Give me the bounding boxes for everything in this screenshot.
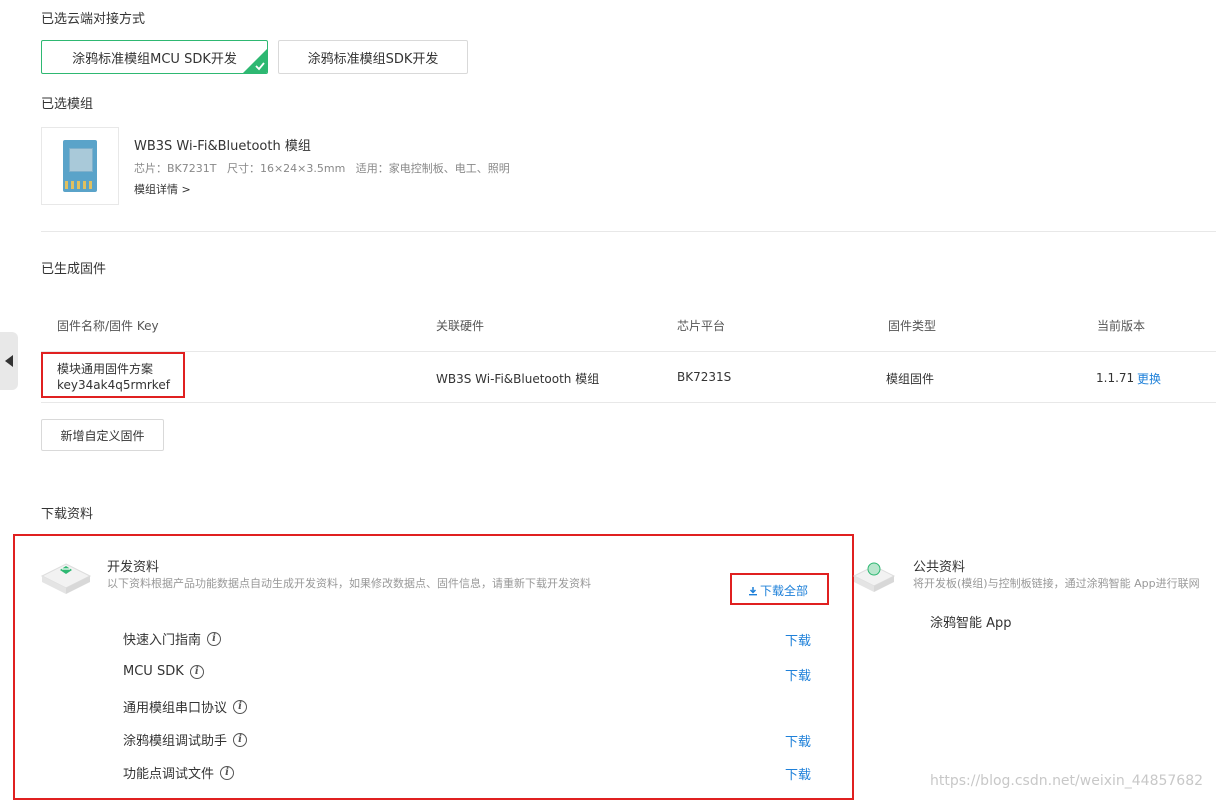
public-item-tuya-app: 涂鸦智能 App: [930, 616, 1012, 631]
dev-docs-desc: 以下资料根据产品功能数据点自动生成开发资料，如果修改数据点、固件信息，请重新下载…: [107, 577, 591, 590]
column-header-name: 固件名称/固件 Key: [57, 319, 159, 333]
download-link[interactable]: 下载: [785, 665, 811, 684]
watermark: https://blog.csdn.net/weixin_44857682: [930, 773, 1204, 789]
module-detail-link[interactable]: 模组详情 >: [134, 181, 191, 197]
doc-item-datapoint-debug: 功能点调试文件 i: [123, 763, 235, 782]
doc-item-label: 涂鸦模组调试助手: [123, 734, 228, 749]
download-link[interactable]: 下载: [785, 630, 811, 649]
doc-item-label: 功能点调试文件: [123, 767, 215, 782]
divider: [41, 231, 1216, 232]
firmware-chip: BK7231S: [677, 370, 732, 384]
cloud-mode-title: 已选云端对接方式: [41, 12, 146, 27]
collapse-sidebar-button[interactable]: [0, 332, 18, 390]
doc-item-quickstart: 快速入门指南 i: [123, 629, 222, 648]
change-version-link[interactable]: 更换: [1137, 370, 1161, 387]
info-icon[interactable]: i: [220, 765, 235, 780]
module-name: WB3S Wi-Fi&Bluetooth 模组: [134, 139, 311, 154]
mode-option-sdk[interactable]: 涂鸦标准模组SDK开发: [278, 40, 468, 74]
module-title: 已选模组: [41, 97, 94, 112]
info-icon[interactable]: i: [189, 664, 204, 679]
add-custom-firmware-button[interactable]: 新增自定义固件: [41, 419, 164, 451]
firmware-key: key34ak4q5rmrkef: [57, 378, 170, 392]
doc-item-serial-protocol: 通用模组串口协议 i: [123, 697, 248, 716]
column-header-chip: 芯片平台: [677, 319, 726, 333]
mode-option-label: 涂鸦标准模组SDK开发: [307, 51, 439, 67]
downloads-title: 下载资料: [41, 507, 94, 522]
page: 已选云端对接方式 涂鸦标准模组MCU SDK开发 涂鸦标准模组SDK开发 已选模…: [0, 0, 1216, 801]
firmware-type: 模组固件: [886, 372, 935, 386]
info-icon[interactable]: i: [233, 732, 248, 747]
mode-option-label: 涂鸦标准模组MCU SDK开发: [72, 51, 237, 67]
dev-docs-icon: [40, 563, 92, 594]
doc-item-mcu-sdk: MCU SDK i: [123, 664, 204, 679]
firmware-name: 模块通用固件方案: [57, 362, 154, 376]
download-icon: [749, 586, 757, 595]
firmware-hardware: WB3S Wi-Fi&Bluetooth 模组: [436, 372, 600, 386]
table-row-divider: [41, 402, 1216, 403]
public-docs-title: 公共资料: [913, 560, 966, 575]
column-header-hardware: 关联硬件: [436, 319, 485, 333]
info-icon[interactable]: i: [207, 631, 222, 646]
public-docs-desc: 将开发板(模组)与控制板链接，通过涂鸦智能 App进行联网: [913, 577, 1200, 590]
check-icon: [255, 62, 265, 71]
caret-left-icon: [5, 355, 13, 367]
firmware-version: 1.1.71: [1096, 371, 1135, 385]
module-image: [41, 127, 119, 205]
column-header-version: 当前版本: [1097, 319, 1146, 333]
download-link[interactable]: 下载: [785, 764, 811, 783]
download-all-label: 下载全部: [760, 584, 809, 598]
doc-item-label: 快速入门指南: [123, 633, 202, 648]
download-link[interactable]: 下载: [785, 731, 811, 750]
public-docs-icon: [852, 562, 896, 592]
mode-option-mcu-sdk[interactable]: 涂鸦标准模组MCU SDK开发: [41, 40, 268, 74]
download-all-button[interactable]: 下载全部: [748, 582, 808, 599]
module-specs: 芯片：BK7231T 尺寸：16×24×3.5mm 适用：家电控制板、电工、照明: [134, 162, 510, 175]
doc-item-label: 通用模组串口协议: [123, 701, 228, 716]
dev-docs-title: 开发资料: [107, 560, 160, 575]
info-icon[interactable]: i: [233, 699, 248, 714]
module-chip-graphic: [63, 140, 97, 192]
column-header-type: 固件类型: [888, 319, 937, 333]
doc-item-debug-assistant: 涂鸦模组调试助手 i: [123, 730, 248, 749]
doc-item-label: MCU SDK: [123, 664, 184, 679]
table-header-divider: [41, 351, 1216, 352]
firmware-title: 已生成固件: [41, 262, 107, 277]
